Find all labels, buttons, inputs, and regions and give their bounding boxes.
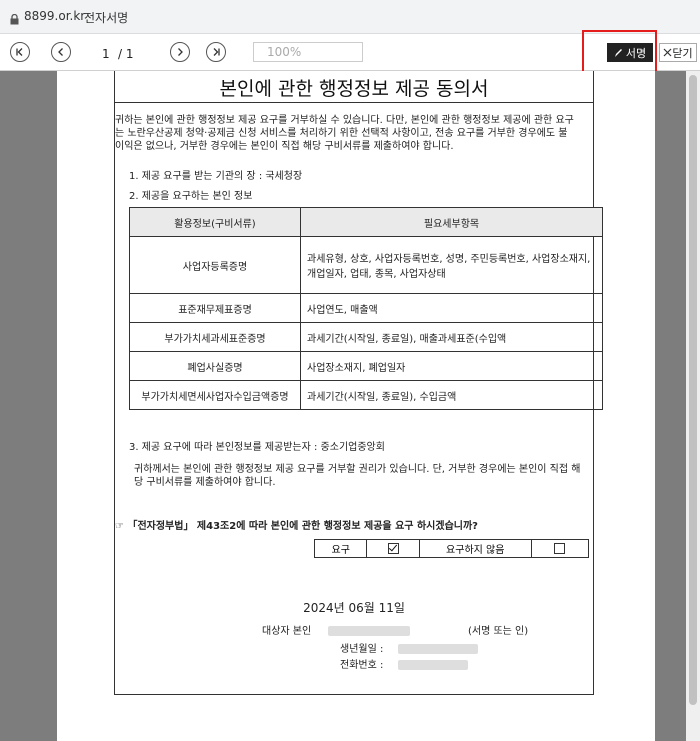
- item-3-desc-2: 당 구비서류를 제출하여야 합니다.: [134, 477, 276, 488]
- sign-button-label: 서명: [625, 46, 647, 60]
- birth-redacted: [398, 644, 478, 654]
- table-cell-doc: 폐업사실증명: [129, 351, 301, 381]
- phone-label: 전화번호 :: [340, 660, 384, 671]
- last-page-icon: [213, 48, 220, 56]
- signer-label: 대상자 본인: [262, 626, 312, 637]
- close-button[interactable]: 닫기: [659, 43, 697, 62]
- consent-no-label: 요구하지 않음: [418, 539, 532, 558]
- table-row: 부가가치세면세사업자수입금액증명 과세기간(시작일, 종료일), 수입금액: [129, 380, 603, 410]
- table-row: 부가가치세과세표준증명 과세기간(시작일, 종료일), 매출과세표준(수입액: [129, 322, 603, 352]
- total-pages: / 1: [118, 47, 134, 61]
- pen-icon: [614, 48, 622, 57]
- consent-yes-cell[interactable]: [366, 539, 420, 558]
- viewer-toolbar: 1 / 1 100% 서명 닫기: [0, 34, 700, 71]
- current-page[interactable]: 1: [102, 47, 110, 61]
- consent-question: ☞ 「전자정부법」 제43조2에 따라 본인에 관한 행정정보 제공을 요구 하…: [115, 521, 478, 532]
- table-cell-doc: 표준재무제표증명: [129, 293, 301, 323]
- table-cell-detail: 과세유형, 상호, 사업자등록번호, 성명, 주민등록번호, 사업장소재지, 개…: [300, 236, 603, 294]
- first-page-button[interactable]: [10, 42, 30, 62]
- table-header: 필요세부항목: [300, 207, 603, 237]
- table-cell-doc: 부가가치세과세표준증명: [129, 322, 301, 352]
- phone-redacted: [398, 660, 468, 670]
- table-cell-detail: 과세기간(시작일, 종료일), 매출과세표준(수입액: [300, 322, 603, 352]
- table-row: 사업자등록증명 과세유형, 상호, 사업자등록번호, 성명, 주민등록번호, 사…: [129, 236, 603, 294]
- intro-line-3: 이익은 없으나, 거부한 경우에는 본인이 직접 해당 구비서류를 제출하여야 …: [115, 141, 454, 152]
- sign-note: (서명 또는 인): [468, 626, 529, 637]
- first-page-icon: [16, 48, 23, 56]
- item-1: 1. 제공 요구를 받는 기관의 장 : 국세청장: [129, 171, 303, 182]
- table-header: 활용정보(구비서류): [129, 207, 301, 237]
- birth-label: 생년월일 :: [340, 644, 384, 655]
- lock-icon: [10, 10, 19, 29]
- table-cell-detail: 사업연도, 매출액: [300, 293, 603, 323]
- chevron-right-icon: [178, 48, 183, 56]
- consent-no-checkbox[interactable]: [554, 542, 566, 554]
- last-page-button[interactable]: [206, 42, 226, 62]
- title-divider: [115, 102, 593, 103]
- consent-yes-checkbox[interactable]: [387, 542, 399, 554]
- info-table: 활용정보(구비서류) 필요세부항목 사업자등록증명 과세유형, 상호, 사업자등…: [129, 207, 603, 410]
- zoom-input[interactable]: 100%: [253, 42, 363, 62]
- item-2: 2. 제공을 요구하는 본인 정보: [129, 191, 253, 202]
- item-3: 3. 제공 요구에 따라 본인정보를 제공받는자 : 중소기업중앙회: [129, 442, 385, 453]
- date-text: 2024년 06월 11일: [303, 601, 405, 615]
- scrollbar-thumb[interactable]: [689, 75, 697, 705]
- consent-no-cell[interactable]: [530, 539, 590, 558]
- chevron-left-icon: [58, 48, 63, 56]
- browser-titlebar: 8899.or.kr 전자서명: [0, 0, 700, 34]
- window-title: 전자서명: [84, 11, 129, 25]
- sign-button[interactable]: 서명: [607, 43, 653, 62]
- url-text: 8899.or.kr: [24, 9, 86, 23]
- table-cell-doc: 사업자등록증명: [129, 236, 301, 294]
- table-row: 표준재무제표증명 사업연도, 매출액: [129, 293, 603, 323]
- vertical-scrollbar[interactable]: [686, 71, 700, 741]
- close-button-label: 닫기: [672, 46, 693, 60]
- prev-page-button[interactable]: [51, 42, 71, 62]
- table-cell-detail: 과세기간(시작일, 종료일), 수입금액: [300, 380, 603, 410]
- table-header-row: 활용정보(구비서류) 필요세부항목: [129, 207, 603, 237]
- consent-yes-label: 요구: [313, 539, 368, 558]
- document-title: 본인에 관한 행정정보 제공 동의서: [219, 78, 489, 100]
- next-page-button[interactable]: [170, 42, 190, 62]
- table-row: 폐업사실증명 사업장소재지, 폐업일자: [129, 351, 603, 381]
- consent-form: 본인에 관한 행정정보 제공 동의서 귀하는 본인에 관한 행정정보 제공 요구…: [114, 71, 603, 695]
- consent-table: 요구 요구하지 않음: [313, 539, 590, 558]
- intro-line-1: 귀하는 본인에 관한 행정정보 제공 요구를 거부하실 수 있습니다. 다만, …: [115, 115, 574, 126]
- close-icon: [663, 48, 672, 57]
- item-3-desc-1: 귀하께서는 본인에 관한 행정정보 제공 요구를 거부할 권리가 있습니다. 단…: [134, 464, 581, 475]
- table-cell-doc: 부가가치세면세사업자수입금액증명: [129, 380, 301, 410]
- intro-line-2: 는 노란우산공제 청약·공제금 신청 서비스를 처리하기 위한 선택적 사항이고…: [115, 128, 568, 139]
- table-cell-detail: 사업장소재지, 폐업일자: [300, 351, 603, 381]
- signer-name-redacted: [328, 626, 410, 636]
